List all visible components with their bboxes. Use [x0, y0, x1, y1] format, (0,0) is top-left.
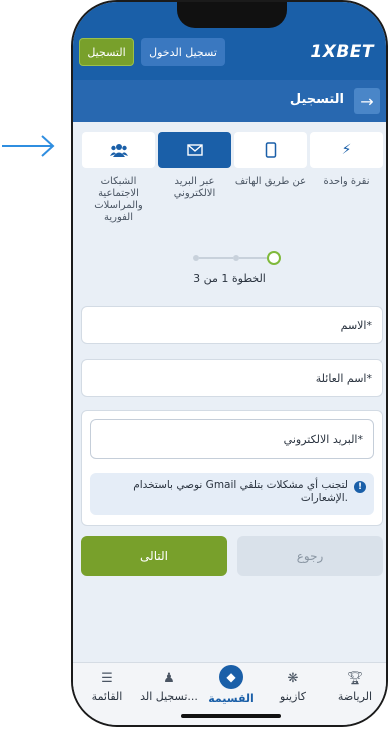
method-label: عبر البريد الالكتروني [173, 176, 216, 199]
next-button[interactable]: التالى [81, 536, 227, 576]
first-name-placeholder: الاسم* [340, 319, 372, 332]
email-placeholder: البريد الالكتروني* [283, 433, 363, 446]
registration-methods: ⚡︎ نقرة واحدة عن طريق الهاتف عبر البريد … [81, 130, 383, 230]
back-button[interactable]: رجوع [237, 536, 383, 576]
phone-icon [265, 142, 276, 158]
method-one-click[interactable]: ⚡︎ نقرة واحدة [310, 132, 383, 188]
email-field[interactable]: البريد الالكتروني* [90, 419, 374, 459]
first-name-field[interactable]: الاسم* [81, 306, 383, 344]
method-social[interactable]: الشبكات الاجتماعية والمراسلات الفورية [82, 132, 155, 224]
nav-label: الرياضة [337, 690, 373, 703]
nav-label: القسيمة [208, 692, 254, 705]
step-indicator [181, 250, 281, 266]
users-icon [109, 144, 128, 157]
pointer-arrow-icon [2, 135, 55, 157]
last-name-field[interactable]: اسم العائلة* [81, 359, 383, 397]
last-name-placeholder: اسم العائلة* [315, 372, 372, 385]
nav-label: القائمة [91, 690, 123, 703]
step-line [199, 257, 233, 259]
home-indicator [181, 714, 281, 718]
nav-casino[interactable]: ❋ كازينو [262, 671, 324, 703]
notice-text: نوصي باستخدام Gmail لتجنب أي مشكلات بتلق… [133, 479, 348, 504]
registration-header: التسجيل → [73, 80, 386, 122]
nav-label: تسجيل الد... [140, 690, 198, 703]
nav-betslip[interactable]: ◆ القسيمة [200, 665, 262, 705]
brand-logo[interactable]: 1XBET [310, 42, 374, 62]
step-line [239, 257, 267, 259]
method-phone[interactable]: عن طريق الهاتف [234, 132, 307, 188]
nav-login[interactable]: ♟ تسجيل الد... [138, 671, 200, 703]
arrow-right-icon: → [360, 91, 374, 111]
ticket-icon: ◆ [219, 665, 243, 689]
lightning-icon: ⚡︎ [341, 142, 352, 158]
register-button[interactable]: التسجيل [79, 38, 134, 66]
method-label: نقرة واحدة [323, 176, 370, 187]
phone-notch [177, 2, 287, 28]
page-title: التسجيل [289, 92, 344, 107]
method-label: عن طريق الهاتف [234, 176, 307, 187]
user-icon: ♟ [163, 671, 175, 686]
back-arrow-button[interactable]: → [354, 88, 380, 114]
nav-sports[interactable]: 🏆︎ الرياضة [324, 671, 386, 703]
login-button[interactable]: تسجيل الدخول [141, 38, 225, 66]
method-label: الشبكات الاجتماعية والمراسلات الفورية [94, 176, 143, 223]
nav-label: كازينو [280, 690, 306, 703]
email-card: البريد الالكتروني* ! نوصي باستخدام Gmail… [81, 410, 383, 526]
phone-frame: 1XBET تسجيل الدخول التسجيل التسجيل → ⚡︎ … [71, 0, 388, 727]
info-icon: ! [354, 481, 366, 493]
chip-icon: ❋ [287, 671, 299, 686]
trophy-icon: 🏆︎ [346, 671, 364, 686]
method-email[interactable]: عبر البريد الالكتروني [158, 132, 231, 200]
menu-icon: ☰ [101, 671, 113, 686]
gmail-notice: ! نوصي باستخدام Gmail لتجنب أي مشكلات بت… [90, 473, 374, 515]
step-counter: الخطوة 1 من 3 [193, 272, 266, 285]
nav-menu[interactable]: ☰ القائمة [76, 671, 138, 703]
step-dot-current [267, 251, 281, 265]
envelope-icon [186, 144, 203, 156]
